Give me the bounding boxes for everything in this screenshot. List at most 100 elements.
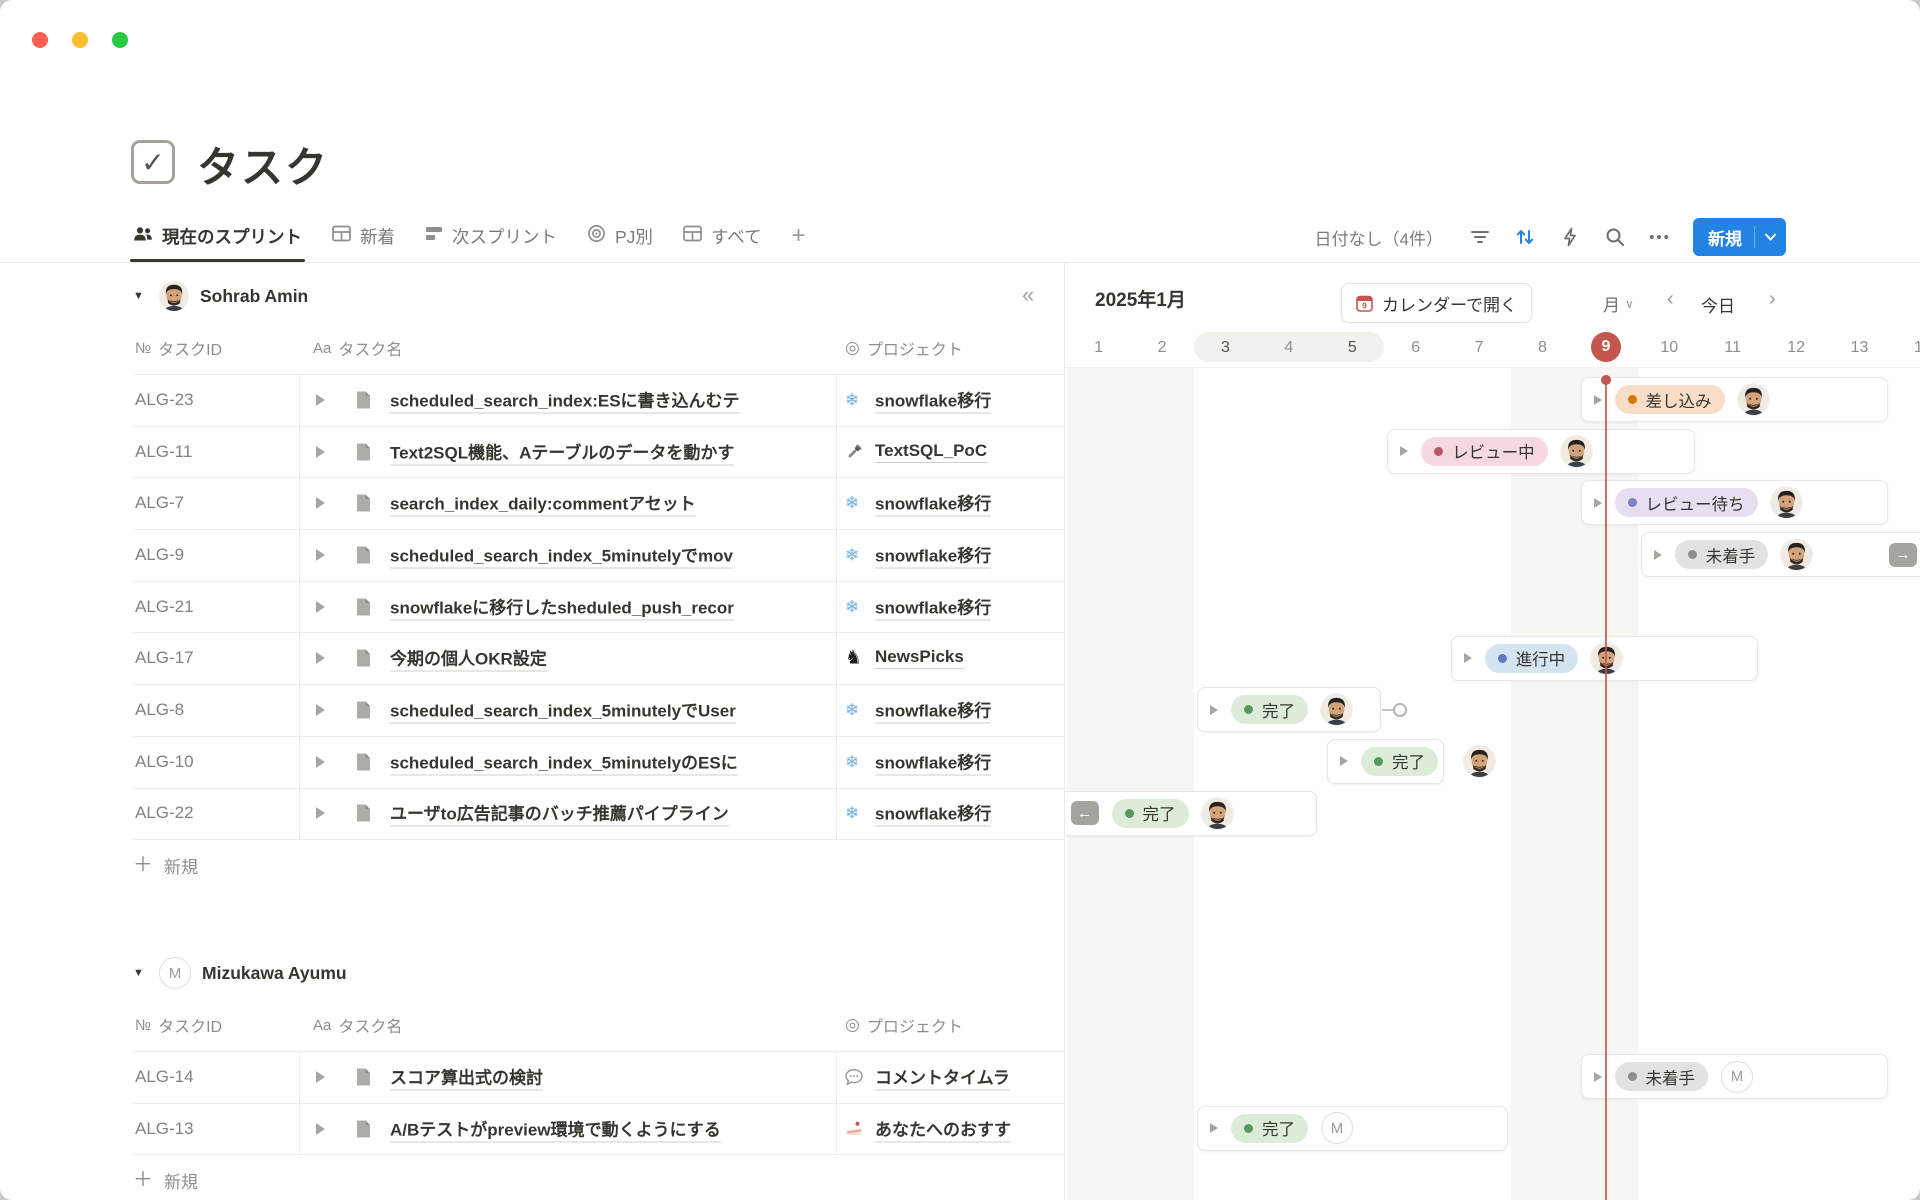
project-link[interactable]: snowflake移行 bbox=[875, 800, 991, 827]
column-header-project[interactable]: ◎プロジェクト bbox=[845, 336, 963, 360]
task-name-link[interactable]: scheduled_search_index:ESに書き込んむテ bbox=[390, 386, 740, 413]
more-icon[interactable]: ••• bbox=[1648, 225, 1672, 249]
window-controls bbox=[32, 32, 128, 48]
bar-toggle-icon[interactable] bbox=[1210, 705, 1218, 715]
row-toggle-icon[interactable] bbox=[316, 1123, 325, 1135]
timeline-month-label: 2025年1月 bbox=[1095, 285, 1186, 312]
today-button[interactable]: 今日 bbox=[1701, 292, 1735, 317]
timeline-bar[interactable]: レビュー中 bbox=[1387, 429, 1694, 474]
task-id: ALG-9 bbox=[135, 545, 184, 565]
row-toggle-icon[interactable] bbox=[316, 756, 325, 768]
task-name-link[interactable]: Text2SQL機能、Aテーブルのデータを動かす bbox=[390, 438, 734, 465]
search-icon[interactable] bbox=[1603, 225, 1627, 249]
bar-toggle-icon[interactable] bbox=[1654, 550, 1662, 560]
timeline-bar[interactable]: 差し込み bbox=[1581, 377, 1888, 422]
date-filter-chip[interactable]: 日付なし（4件） bbox=[1315, 225, 1443, 250]
zap-icon[interactable] bbox=[1558, 225, 1582, 249]
add-view-button[interactable]: + bbox=[792, 210, 806, 262]
project-link[interactable]: snowflake移行 bbox=[875, 541, 991, 568]
bar-toggle-icon[interactable] bbox=[1594, 1072, 1602, 1082]
disclosure-triangle-icon[interactable]: ▼ bbox=[133, 290, 148, 302]
bar-toggle-icon[interactable] bbox=[1400, 446, 1408, 456]
project-link[interactable]: NewsPicks bbox=[875, 647, 964, 669]
tab-new[interactable]: 新着 bbox=[332, 210, 395, 262]
today-day-badge[interactable]: 9 bbox=[1591, 332, 1621, 362]
bar-toggle-icon[interactable] bbox=[1464, 653, 1472, 663]
row-toggle-icon[interactable] bbox=[316, 704, 325, 716]
column-header-name[interactable]: Aaタスク名 bbox=[313, 1013, 402, 1037]
task-name-link[interactable]: scheduled_search_index_5minutelyでmov bbox=[390, 541, 733, 568]
tab-by-project[interactable]: PJ別 bbox=[587, 210, 653, 262]
timeline-bar[interactable]: ←完了 bbox=[1065, 791, 1317, 836]
project-link[interactable]: snowflake移行 bbox=[875, 386, 991, 413]
snowflake-icon: ❄ bbox=[845, 753, 859, 770]
table-row: ALG-7search_index_daily:commentアセット❄snow… bbox=[133, 477, 1064, 530]
row-toggle-icon[interactable] bbox=[316, 394, 325, 406]
collapse-pane-icon[interactable]: « bbox=[1022, 282, 1034, 308]
timeline-bar[interactable]: 完了M bbox=[1197, 1106, 1508, 1151]
column-header-id[interactable]: №タスクID bbox=[135, 336, 222, 360]
timeline-unit-dropdown[interactable]: 月∨ bbox=[1603, 291, 1634, 316]
timeline-bar[interactable]: 未着手M bbox=[1581, 1054, 1888, 1099]
task-name-link[interactable]: snowflakeに移行したsheduled_push_recor bbox=[390, 593, 734, 620]
task-name-link[interactable]: A/Bテストがpreview環境で動くようにする bbox=[390, 1115, 721, 1142]
project-link[interactable]: コメントタイムラ bbox=[875, 1063, 1010, 1090]
task-name-link[interactable]: search_index_daily:commentアセット bbox=[390, 490, 696, 517]
task-name-link[interactable]: scheduled_search_index_5minutelyのESに bbox=[390, 748, 738, 775]
continues-right-chip[interactable]: → bbox=[1889, 543, 1917, 567]
project-link[interactable]: TextSQL_PoC bbox=[875, 441, 987, 463]
dependency-connector-handle[interactable] bbox=[1393, 703, 1407, 717]
disclosure-triangle-icon[interactable]: ▼ bbox=[133, 967, 148, 979]
project-link[interactable]: snowflake移行 bbox=[875, 748, 991, 775]
timeline-bar[interactable]: レビュー待ち bbox=[1581, 480, 1888, 525]
row-toggle-icon[interactable] bbox=[316, 601, 325, 613]
task-name-link[interactable]: 今期の個人OKR設定 bbox=[390, 645, 547, 672]
row-toggle-icon[interactable] bbox=[316, 446, 325, 458]
avatar bbox=[1464, 746, 1495, 777]
new-button[interactable]: 新規 bbox=[1693, 218, 1786, 256]
bar-toggle-icon[interactable] bbox=[1210, 1123, 1218, 1133]
view-toolbar: 日付なし（4件） ••• 新規 bbox=[1315, 214, 1786, 260]
shaded-days-band bbox=[1067, 368, 1194, 1200]
row-toggle-icon[interactable] bbox=[316, 652, 325, 664]
task-name-link[interactable]: スコア算出式の検討 bbox=[390, 1063, 543, 1090]
task-name-link[interactable]: ユーザto広告記事のバッチ推薦パイプライン bbox=[390, 800, 729, 827]
column-header-name[interactable]: Aaタスク名 bbox=[313, 336, 402, 360]
tab-next-sprint[interactable]: 次スプリント bbox=[425, 210, 557, 262]
tab-all[interactable]: すべて bbox=[683, 210, 762, 262]
new-task-row[interactable]: ＋新規 bbox=[133, 839, 198, 891]
chevron-down-icon[interactable] bbox=[1755, 218, 1786, 256]
minimize-window-button[interactable] bbox=[72, 32, 88, 48]
timeline-bar[interactable]: 完了 bbox=[1327, 739, 1444, 784]
task-name-link[interactable]: scheduled_search_index_5minutelyでUser bbox=[390, 697, 736, 724]
column-header-project[interactable]: ◎プロジェクト bbox=[845, 1013, 963, 1037]
next-period-button[interactable]: › bbox=[1769, 288, 1776, 311]
bar-toggle-icon[interactable] bbox=[1594, 395, 1602, 405]
task-id: ALG-22 bbox=[135, 803, 194, 823]
row-toggle-icon[interactable] bbox=[316, 497, 325, 509]
timeline-bar[interactable]: 完了 bbox=[1197, 687, 1381, 732]
new-task-row[interactable]: ＋新規 bbox=[133, 1154, 198, 1200]
project-link[interactable]: あなたへのおすす bbox=[875, 1115, 1011, 1142]
row-toggle-icon[interactable] bbox=[316, 807, 325, 819]
open-calendar-button[interactable]: 9 カレンダーで開く bbox=[1341, 283, 1532, 323]
filter-icon[interactable] bbox=[1468, 225, 1492, 249]
row-toggle-icon[interactable] bbox=[316, 1071, 325, 1083]
prev-period-button[interactable]: ‹ bbox=[1667, 288, 1674, 311]
close-window-button[interactable] bbox=[32, 32, 48, 48]
tab-current-sprint[interactable]: 現在のスプリント bbox=[133, 210, 302, 262]
snowflake-icon: ❄ bbox=[845, 546, 859, 563]
avatar bbox=[1771, 487, 1802, 518]
maximize-window-button[interactable] bbox=[112, 32, 128, 48]
bar-toggle-icon[interactable] bbox=[1340, 756, 1348, 766]
timeline-bar[interactable]: 未着手 bbox=[1641, 532, 1920, 577]
table-row: ALG-23scheduled_search_index:ESに書き込んむテ❄s… bbox=[133, 374, 1064, 427]
project-link[interactable]: snowflake移行 bbox=[875, 490, 991, 517]
project-link[interactable]: snowflake移行 bbox=[875, 697, 991, 724]
continues-left-chip[interactable]: ← bbox=[1071, 801, 1099, 825]
sort-icon[interactable] bbox=[1513, 225, 1537, 249]
row-toggle-icon[interactable] bbox=[316, 549, 325, 561]
column-header-id[interactable]: №タスクID bbox=[135, 1013, 222, 1037]
bar-toggle-icon[interactable] bbox=[1594, 498, 1602, 508]
project-link[interactable]: snowflake移行 bbox=[875, 593, 991, 620]
